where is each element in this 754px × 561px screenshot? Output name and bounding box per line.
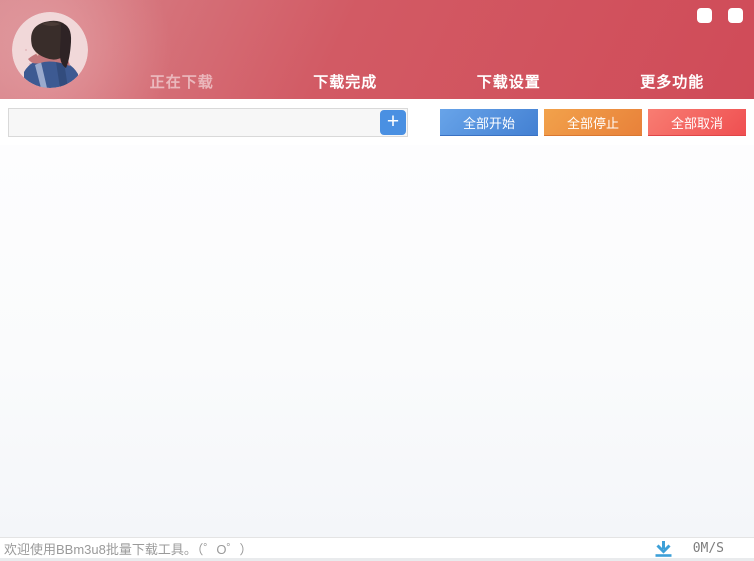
minimize-button[interactable] xyxy=(697,8,712,23)
url-input-wrap: + xyxy=(8,108,408,137)
download-list-area xyxy=(0,145,754,537)
tab-downloading[interactable]: 正在下载 xyxy=(100,68,264,95)
app-window: 正在下载 下载完成 下载设置 更多功能 + 全部开始 全部停止 全部取消 欢迎使… xyxy=(0,0,754,561)
status-message: 欢迎使用BBm3u8批量下载工具。（゜O゜） xyxy=(4,539,252,558)
avatar-girl-image xyxy=(12,12,88,88)
add-task-button[interactable]: + xyxy=(380,110,406,135)
download-icon[interactable] xyxy=(653,540,674,557)
cancel-all-button[interactable]: 全部取消 xyxy=(648,109,746,136)
download-speed-value: 0M/S xyxy=(693,541,724,556)
stop-all-button[interactable]: 全部停止 xyxy=(544,109,642,136)
status-bar: 欢迎使用BBm3u8批量下载工具。（゜O゜） 0M/S xyxy=(0,537,754,558)
tab-settings[interactable]: 下载设置 xyxy=(427,68,591,95)
speed-indicator: 0M/S xyxy=(653,538,724,558)
window-controls xyxy=(697,8,743,23)
action-buttons: 全部开始 全部停止 全部取消 xyxy=(440,109,746,136)
url-input[interactable] xyxy=(9,109,407,136)
close-button[interactable] xyxy=(728,8,743,23)
start-all-button[interactable]: 全部开始 xyxy=(440,109,538,136)
toolbar: + 全部开始 全部停止 全部取消 xyxy=(0,99,754,145)
nav-tabs: 正在下载 下载完成 下载设置 更多功能 xyxy=(100,68,754,95)
tab-completed[interactable]: 下载完成 xyxy=(264,68,428,95)
avatar[interactable] xyxy=(12,12,88,88)
app-header: 正在下载 下载完成 下载设置 更多功能 xyxy=(0,0,754,99)
tab-more-features[interactable]: 更多功能 xyxy=(591,68,754,95)
plus-icon: + xyxy=(387,111,399,132)
